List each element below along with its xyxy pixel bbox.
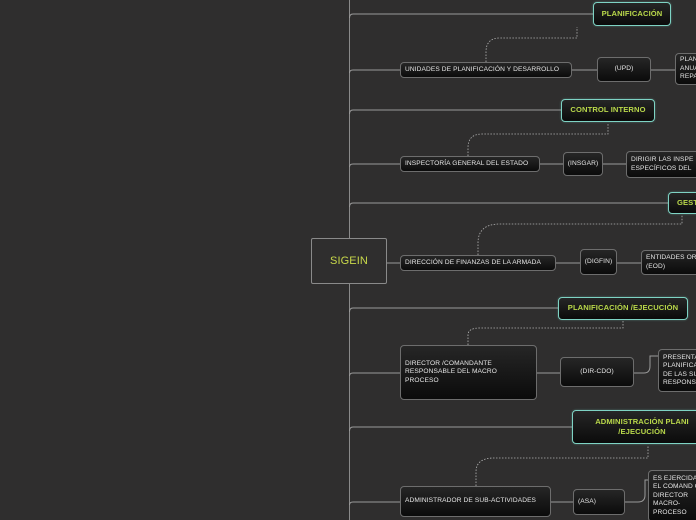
- entity-node[interactable]: UNIDADES DE PLANIFICACIÓN Y DESARROLLO: [400, 62, 572, 78]
- entity-label: DIRECTOR /COMANDANTE RESPONSABLE DEL MAC…: [405, 359, 497, 384]
- category-label: PLANIFICACIÓN: [601, 8, 663, 18]
- root-node[interactable]: SIGEIN: [311, 238, 387, 284]
- description-label: ES EJERCIDA EL COMAND O DIRECTOR MACRO- …: [653, 474, 696, 516]
- code-node[interactable]: (UPD): [597, 57, 651, 82]
- entity-label: UNIDADES DE PLANIFICACIÓN Y DESARROLLO: [405, 65, 560, 73]
- root-label: SIGEIN: [330, 254, 368, 267]
- description-node[interactable]: PRESENTA PLANIFICA DE LAS SU RESPONS: [658, 349, 696, 392]
- description-node[interactable]: ES EJERCIDA EL COMAND O DIRECTOR MACRO- …: [648, 470, 696, 520]
- entity-label: DIRECCIÓN DE FINANZAS DE LA ARMADA: [405, 258, 542, 266]
- category-node-planificacion-ejecucion[interactable]: PLANIFICACIÓN /EJECUCIÓN: [558, 297, 688, 320]
- code-node[interactable]: (ASA): [573, 489, 625, 515]
- entity-label: INSPECTORÍA GENERAL DEL ESTADO: [405, 159, 529, 167]
- mind-map-canvas: SIGEIN PLANIFICACIÓN UNIDADES DE PLANIFI…: [0, 0, 696, 520]
- entity-node[interactable]: INSPECTORÍA GENERAL DEL ESTADO: [400, 156, 540, 172]
- entity-node[interactable]: DIRECTOR /COMANDANTE RESPONSABLE DEL MAC…: [400, 345, 537, 400]
- code-node[interactable]: (DIR-CDO): [560, 357, 634, 387]
- category-node-administracion[interactable]: ADMINISTRACIÓN PLANI /EJECUCIÓN: [572, 410, 696, 444]
- code-label: (ASA): [578, 497, 597, 505]
- entity-node[interactable]: DIRECCIÓN DE FINANZAS DE LA ARMADA: [400, 255, 556, 271]
- description-label: PLAN ANUAL REPA: [680, 56, 696, 81]
- entity-label: ADMINISTRADOR DE SUB-ACTIVIDADES: [405, 497, 537, 505]
- code-label: (DIGFIN): [584, 257, 613, 265]
- category-label: ADMINISTRACIÓN PLANI /EJECUCIÓN: [595, 417, 689, 436]
- category-label: GEST: [677, 197, 696, 207]
- code-label: (INSGAR): [567, 159, 599, 167]
- description-node[interactable]: DIRIGIR LAS INSPE ESPECÍFICOS DEL: [626, 151, 696, 178]
- description-node[interactable]: PLAN ANUAL REPA: [675, 53, 696, 85]
- code-label: (DIR-CDO): [580, 367, 614, 375]
- description-label: PRESENTA PLANIFICA DE LAS SU RESPONS: [663, 353, 696, 386]
- category-label: CONTROL INTERNO: [570, 105, 646, 115]
- category-node-planificacion[interactable]: PLANIFICACIÓN: [593, 2, 671, 26]
- code-label: (UPD): [614, 65, 634, 73]
- entity-node[interactable]: ADMINISTRADOR DE SUB-ACTIVIDADES: [400, 486, 551, 517]
- code-node[interactable]: (DIGFIN): [580, 249, 617, 275]
- description-node[interactable]: ENTIDADES OR (EOD): [641, 250, 696, 275]
- category-label: PLANIFICACIÓN /EJECUCIÓN: [567, 303, 679, 313]
- category-node-gest[interactable]: GEST: [668, 192, 696, 214]
- category-node-control-interno[interactable]: CONTROL INTERNO: [561, 99, 655, 122]
- description-label: ENTIDADES OR (EOD): [646, 254, 696, 270]
- code-node[interactable]: (INSGAR): [563, 152, 603, 176]
- description-label: DIRIGIR LAS INSPE ESPECÍFICOS DEL: [631, 156, 694, 172]
